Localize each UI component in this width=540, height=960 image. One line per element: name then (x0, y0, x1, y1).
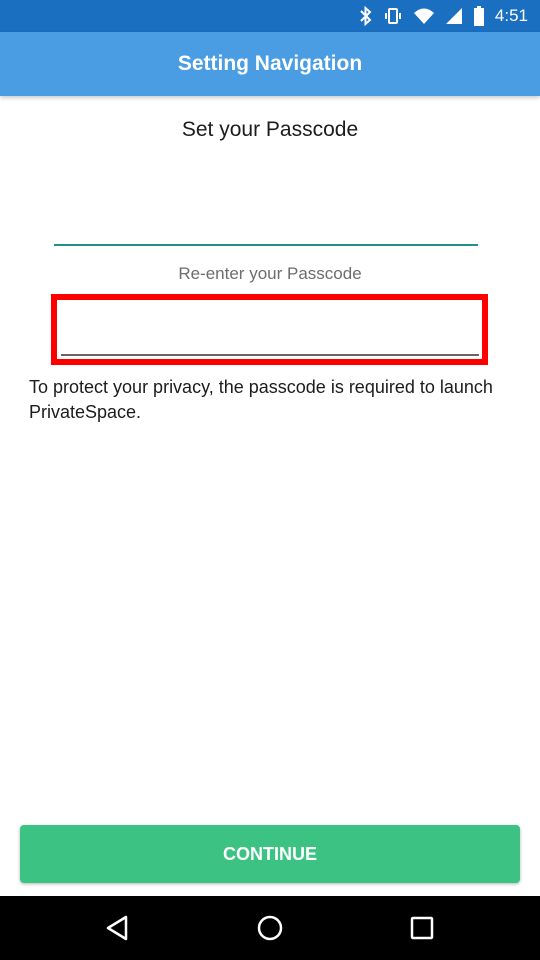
reenter-passcode-field[interactable] (61, 310, 479, 356)
vibrate-icon (384, 8, 401, 24)
battery-icon (473, 6, 484, 26)
wifi-icon (413, 8, 434, 24)
app-bar: Setting Navigation (0, 32, 540, 96)
signal-icon (445, 8, 462, 24)
passcode-label: Set your Passcode (181, 118, 359, 141)
continue-button[interactable]: CONTINUE (20, 825, 520, 883)
page-title: Setting Navigation (177, 52, 363, 75)
back-icon[interactable] (102, 912, 134, 944)
reenter-passcode-label: Re-enter your Passcode (178, 264, 362, 283)
bluetooth-icon (360, 6, 372, 26)
privacy-notice: To protect your privacy, the passcode is… (29, 377, 493, 422)
status-bar: 4:51 (0, 0, 540, 32)
recents-icon[interactable] (406, 912, 438, 944)
navigation-bar (0, 896, 540, 960)
status-time: 4:51 (494, 6, 528, 25)
home-icon[interactable] (254, 912, 286, 944)
status-icons: 4:51 (359, 0, 528, 32)
passcode-field[interactable] (54, 200, 478, 246)
